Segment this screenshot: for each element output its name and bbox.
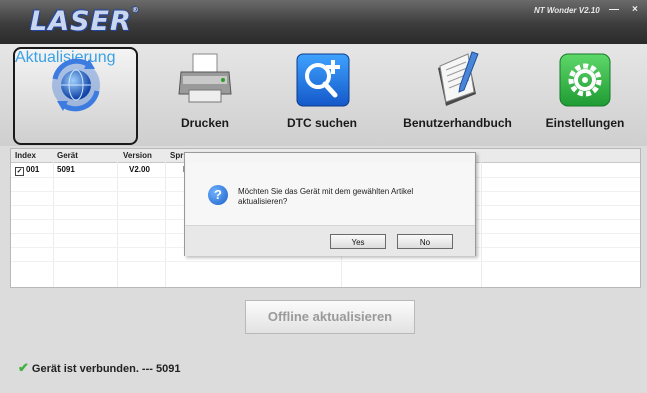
row-version-cell: V2.00 [129, 165, 150, 174]
minimize-button[interactable]: — [609, 5, 619, 15]
column-divider [165, 162, 166, 287]
laser-logo: LASER® [30, 6, 140, 37]
yes-button[interactable]: Yes [330, 234, 386, 249]
connection-status: ✔ Gerät ist verbunden. --- 5091 [18, 360, 180, 376]
column-header-device[interactable]: Gerät [57, 151, 78, 160]
app-window: LASER® NT Wonder V2.10 — × Aktualisierun… [0, 0, 647, 393]
toolbar-item-dtc-suchen[interactable]: DTC suchen [272, 44, 372, 146]
column-divider [481, 162, 482, 287]
dialog-footer: Yes No [185, 225, 475, 256]
column-header-index[interactable]: Index [15, 151, 36, 160]
row-divider [11, 261, 640, 262]
toolbar-label: DTC suchen [286, 116, 357, 130]
toolbar-item-benutzerhandbuch[interactable]: Benutzerhandbuch [395, 44, 520, 146]
checkmark-icon: ✔ [18, 360, 29, 375]
manual-book-icon [437, 51, 479, 106]
column-header-language[interactable]: Spr [170, 151, 183, 160]
toolbar-item-aktualisierung[interactable]: Aktualisierung [13, 47, 138, 145]
dialog-body: ? Möchten Sie das Gerät mit dem gewählte… [186, 163, 474, 225]
toolbar-label: Drucken [180, 116, 230, 130]
printer-icon [178, 53, 232, 103]
confirm-dialog: ? Möchten Sie das Gerät mit dem gewählte… [184, 152, 476, 256]
app-version: NT Wonder V2.10 [534, 6, 600, 15]
toolbar: Aktualisierung Drucken DTC suchen Benutz… [0, 44, 647, 146]
dialog-message: Möchten Sie das Gerät mit dem gewählten … [238, 187, 414, 206]
close-button[interactable]: × [632, 5, 638, 15]
title-bar: LASER® NT Wonder V2.10 — × [0, 0, 647, 44]
toolbar-item-drucken[interactable]: Drucken [160, 44, 250, 146]
no-button[interactable]: No [397, 234, 453, 249]
row-checkbox[interactable]: ✓ [15, 167, 24, 176]
toolbar-item-einstellungen[interactable]: Einstellungen [535, 44, 635, 146]
globe-refresh-icon [51, 58, 100, 112]
gear-icon [559, 53, 611, 107]
offline-update-button[interactable]: Offline aktualisieren [245, 300, 415, 334]
row-index-cell: ✓ 001 [15, 165, 40, 176]
magnifier-plus-icon [296, 53, 350, 107]
toolbar-label: Benutzerhandbuch [403, 116, 512, 130]
dialog-title-bar[interactable] [185, 153, 475, 163]
toolbar-label: Einstellungen [545, 116, 625, 130]
column-divider [117, 162, 118, 287]
column-header-version[interactable]: Version [123, 151, 152, 160]
status-text: Gerät ist verbunden. --- 5091 [31, 363, 181, 375]
row-device-cell: 5091 [57, 165, 75, 174]
column-divider [53, 162, 54, 287]
question-icon: ? [208, 185, 228, 205]
